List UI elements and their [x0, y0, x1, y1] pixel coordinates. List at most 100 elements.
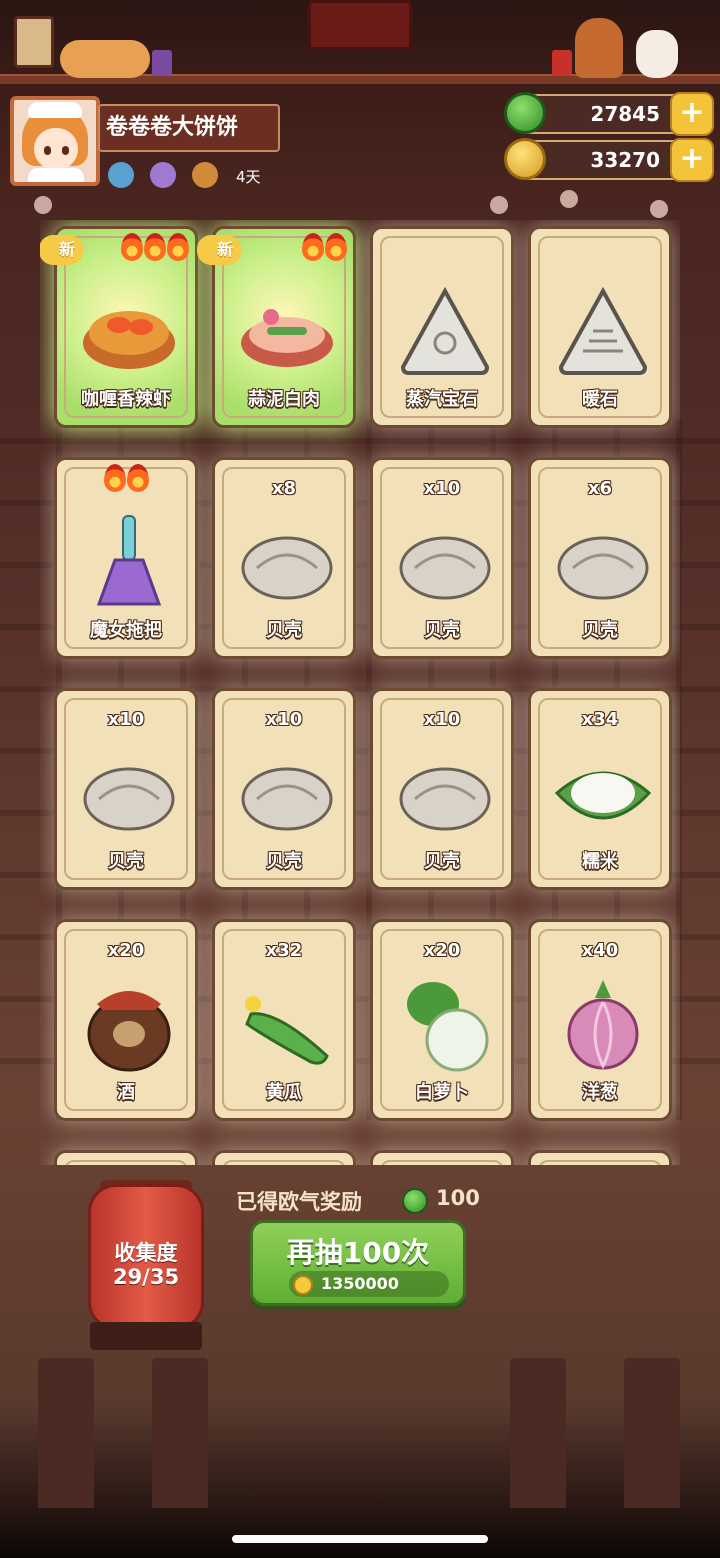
reward-value: 100	[436, 1186, 480, 1210]
card-item[interactable]	[370, 1150, 514, 1165]
fence-post	[152, 1358, 208, 1508]
jade-currency: 27845 +	[504, 92, 714, 136]
potion-icon	[108, 162, 134, 188]
card-label: 魔女拖把	[90, 620, 162, 641]
candle-red-icon	[552, 50, 572, 76]
new-badge: 新	[40, 235, 84, 265]
shell-icon	[241, 767, 333, 831]
coin-currency: 33270 +	[504, 138, 714, 182]
card-label: 蒸汽宝石	[406, 389, 478, 410]
item-count: x40	[581, 940, 619, 961]
card-item[interactable]	[54, 1150, 198, 1165]
shell-icon	[399, 536, 491, 600]
card-label: 糯米	[582, 851, 618, 872]
character-figure-icon	[575, 18, 623, 78]
lantern-stand	[90, 1322, 202, 1350]
white-cat-icon	[636, 30, 678, 78]
card-item[interactable]: x8 贝壳	[212, 457, 356, 659]
glutinous-rice-icon	[554, 771, 652, 820]
blossom-icon	[560, 190, 578, 208]
card-item[interactable]: x10 贝壳	[370, 688, 514, 890]
shell-icon	[557, 536, 649, 600]
rarity-flames	[57, 464, 195, 494]
jade-icon	[504, 92, 546, 134]
item-count: x34	[581, 709, 619, 730]
item-count: x8	[271, 478, 297, 499]
card-label: 贝壳	[582, 620, 618, 641]
card-label: 贝壳	[424, 620, 460, 641]
item-count: x6	[587, 478, 613, 499]
card-item[interactable]: 新 蒜泥白肉	[197, 226, 356, 428]
days-count: 4天	[236, 168, 261, 186]
blossom-icon	[34, 196, 52, 214]
shell-icon	[83, 767, 175, 831]
card-label: 黄瓜	[266, 1082, 302, 1103]
jade-amount: 27845	[590, 102, 660, 126]
reward-card-grid: 新 咖喱香辣虾 新 蒜泥白肉 蒸汽宝石 暖石 魔女拖把 x8 贝壳 x10 贝壳…	[40, 220, 680, 1165]
collection-lantern-button[interactable]: 收集度 29/35	[88, 1184, 204, 1330]
draw-cost: 1350000	[289, 1271, 449, 1297]
item-count: x10	[423, 478, 461, 499]
fence-post	[510, 1358, 566, 1508]
card-label: 蒜泥白肉	[248, 389, 320, 410]
shell-icon	[241, 536, 333, 600]
card-item[interactable]	[528, 1150, 672, 1165]
steam-gem-icon	[400, 286, 490, 375]
wine-jar-icon	[87, 991, 171, 1072]
shell-icon	[399, 767, 491, 831]
card-item[interactable]: 蒸汽宝石	[370, 226, 514, 428]
card-label: 咖喱香辣虾	[81, 389, 171, 410]
reward-text: 已得欧气奖励	[236, 1190, 362, 1214]
character-icon	[150, 162, 176, 188]
card-item[interactable]: 新 咖喱香辣虾	[40, 226, 198, 428]
card-item[interactable]: x10 贝壳	[370, 457, 514, 659]
card-item[interactable]: x32 黄瓜	[212, 919, 356, 1121]
coin-amount: 33270	[590, 148, 660, 172]
card-item[interactable]: x10 贝壳	[212, 688, 356, 890]
card-label: 白萝卜	[415, 1082, 469, 1103]
witch-mop-icon	[96, 515, 162, 606]
card-item[interactable]: 暖石	[528, 226, 672, 428]
card-item[interactable]: x34 糯米	[528, 688, 672, 890]
card-item[interactable]: x10 贝壳	[54, 688, 198, 890]
card-item[interactable]: x40 洋葱	[528, 919, 672, 1121]
card-label: 贝壳	[266, 620, 302, 641]
coin-icon	[293, 1275, 313, 1295]
garlic-pork-icon	[241, 309, 333, 367]
home-indicator[interactable]	[232, 1535, 488, 1543]
add-coin-button[interactable]: +	[670, 138, 714, 182]
card-item[interactable]: x6 贝壳	[528, 457, 672, 659]
card-item[interactable]: 魔女拖把	[54, 457, 198, 659]
cat-figure-icon	[60, 40, 150, 78]
item-count: x10	[423, 709, 461, 730]
item-count: x20	[423, 940, 461, 961]
rarity-flames	[121, 233, 189, 263]
card-item[interactable]: x20 白萝卜	[370, 919, 514, 1121]
curry-shrimp-icon	[83, 311, 175, 369]
blossom-icon	[650, 200, 668, 218]
cucumber-icon	[245, 996, 329, 1065]
item-count: x20	[107, 940, 145, 961]
add-jade-button[interactable]: +	[670, 92, 714, 136]
card-item[interactable]: x20 酒	[54, 919, 198, 1121]
onion-icon	[567, 980, 639, 1070]
card-item[interactable]	[212, 1150, 356, 1165]
player-name: 卷卷卷大饼饼	[98, 104, 280, 152]
item-count: x10	[265, 709, 303, 730]
card-label: 暖石	[582, 389, 618, 410]
fence-post	[624, 1358, 680, 1508]
hanging-scroll-icon	[14, 16, 54, 68]
card-label: 洋葱	[582, 1082, 618, 1103]
rarity-flames	[302, 233, 347, 263]
card-label: 酒	[117, 1082, 135, 1103]
new-badge: 新	[197, 235, 242, 265]
collection-title: 收集度	[114, 1241, 178, 1265]
avatar[interactable]	[10, 96, 100, 186]
blossom-icon	[490, 196, 508, 214]
warm-stone-icon	[558, 286, 648, 375]
card-label: 贝壳	[266, 851, 302, 872]
center-emblem-icon	[308, 0, 412, 50]
draw-again-button[interactable]: 再抽100次 1350000	[250, 1220, 466, 1306]
white-radish-icon	[407, 982, 489, 1072]
candle-icon	[152, 50, 172, 76]
